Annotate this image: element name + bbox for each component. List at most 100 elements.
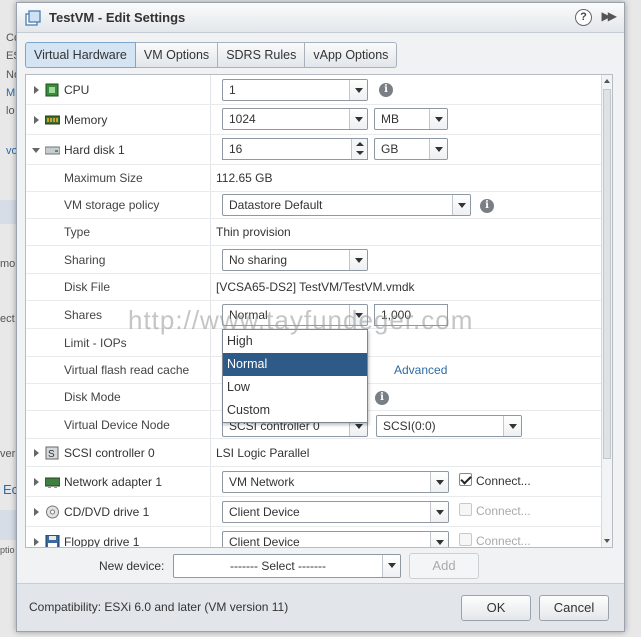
tab-bar: Virtual Hardware VM Options SDRS Rules v… xyxy=(25,42,398,68)
storage-policy-row: VM storage policy Datastore Default i xyxy=(26,192,603,219)
collapse-arrow-icon[interactable] xyxy=(32,147,40,153)
info-icon[interactable]: i xyxy=(375,391,389,405)
cdrom-label: CD/DVD drive 1 xyxy=(64,504,150,519)
advanced-link[interactable]: Advanced xyxy=(394,363,447,377)
new-device-select[interactable]: ------- Select ------- xyxy=(173,554,401,578)
tab-virtual-hardware[interactable]: Virtual Hardware xyxy=(25,42,136,68)
expand-icon[interactable]: ▶▶ xyxy=(602,9,618,23)
chevron-down-icon[interactable] xyxy=(349,109,367,129)
row-label-cell: Limit - IOPs xyxy=(26,329,211,356)
cpu-icon xyxy=(45,83,59,96)
floppy-select[interactable]: Client Device xyxy=(222,531,449,548)
chevron-down-icon[interactable] xyxy=(430,532,448,547)
row-label-cell: Disk Mode xyxy=(26,384,211,410)
add-device-button[interactable]: Add xyxy=(409,553,479,579)
hard-disk-size-input[interactable]: 16 xyxy=(222,138,368,160)
shares-select[interactable]: Normal xyxy=(222,304,368,326)
row-label-cell: Hard disk 1 xyxy=(26,135,211,164)
chevron-down-icon[interactable] xyxy=(349,250,367,270)
cancel-button[interactable]: Cancel xyxy=(539,595,609,621)
row-label-cell: Shares xyxy=(26,301,211,328)
spinner-icon[interactable] xyxy=(351,139,367,159)
expand-arrow-icon[interactable] xyxy=(34,537,39,546)
expand-arrow-icon[interactable] xyxy=(34,477,39,486)
cdrom-select[interactable]: Client Device xyxy=(222,501,449,523)
row-label-cell: VM storage policy xyxy=(26,192,211,218)
info-icon[interactable]: i xyxy=(480,199,494,213)
row-label-cell: Memory xyxy=(26,105,211,134)
shares-number-input[interactable]: 1,000 xyxy=(374,304,448,326)
memory-input[interactable]: 1024 xyxy=(222,108,368,130)
dropdown-option-custom[interactable]: Custom xyxy=(223,399,367,422)
chevron-down-icon[interactable] xyxy=(429,139,447,159)
scroll-thumb[interactable] xyxy=(603,89,611,459)
cdrom-value: Client Device xyxy=(229,505,300,519)
vm-icon xyxy=(25,10,41,26)
chevron-down-icon[interactable] xyxy=(430,472,448,492)
dropdown-option-high[interactable]: High xyxy=(223,330,367,353)
row-label-cell: Type xyxy=(26,219,211,245)
network-select[interactable]: VM Network xyxy=(222,471,449,493)
dropdown-option-normal[interactable]: Normal xyxy=(223,353,367,376)
hard-disk-icon xyxy=(45,146,60,154)
shares-value: Normal xyxy=(229,308,268,322)
expand-arrow-icon[interactable] xyxy=(34,85,39,94)
tab-sdrs-rules[interactable]: SDRS Rules xyxy=(218,42,306,68)
floppy-value: Client Device xyxy=(229,535,300,548)
shares-row: Shares Normal 1,000 xyxy=(26,301,603,329)
ok-button[interactable]: OK xyxy=(461,595,531,621)
hard-disk-unit-select[interactable]: GB xyxy=(374,138,448,160)
type-label: Type xyxy=(64,225,91,239)
tab-vapp-options[interactable]: vApp Options xyxy=(305,42,398,68)
hardware-row-floppy: Floppy drive 1 Client Device Connect... xyxy=(26,527,603,548)
tab-vm-options[interactable]: VM Options xyxy=(135,42,219,68)
expand-arrow-icon[interactable] xyxy=(34,115,39,124)
dialog-titlebar[interactable]: TestVM - Edit Settings ? ▶▶ xyxy=(17,3,624,33)
info-icon[interactable]: i xyxy=(379,83,393,97)
storage-policy-select[interactable]: Datastore Default xyxy=(222,194,471,216)
disk-file-value: [VCSA65-DS2] TestVM/TestVM.vmdk xyxy=(216,280,415,294)
scsi-label: SCSI controller 0 xyxy=(64,445,155,460)
dialog-footer: Compatibility: ESXi 6.0 and later (VM ve… xyxy=(17,583,624,631)
chevron-down-icon[interactable] xyxy=(349,80,367,100)
vdn-slot-select[interactable]: SCSI(0:0) xyxy=(376,415,522,437)
hardware-row-memory: Memory 1024 MB xyxy=(26,105,603,135)
chevron-down-icon[interactable] xyxy=(452,195,470,215)
row-label-cell: CD/DVD drive 1 xyxy=(26,497,211,526)
sharing-select[interactable]: No sharing xyxy=(222,249,368,271)
row-label-cell: Disk File xyxy=(26,274,211,300)
chevron-down-icon[interactable] xyxy=(382,555,400,577)
max-size-value: 112.65 GB xyxy=(216,171,273,185)
dropdown-option-low[interactable]: Low xyxy=(223,376,367,399)
cd-dvd-icon xyxy=(46,505,59,518)
disk-type-row: Type Thin provision xyxy=(26,219,603,246)
scroll-down-icon[interactable] xyxy=(604,539,610,543)
sharing-label: Sharing xyxy=(64,252,106,267)
disk-file-label: Disk File xyxy=(64,280,111,294)
panel-scrollbar[interactable] xyxy=(601,75,612,547)
hardware-row-network: Network adapter 1 VM Network Connect... xyxy=(26,467,603,497)
storage-policy-value: Datastore Default xyxy=(229,198,323,212)
hardware-row-cpu: CPU 1 i xyxy=(26,75,603,105)
network-connect-checkbox[interactable] xyxy=(459,473,472,486)
expand-arrow-icon[interactable] xyxy=(34,448,39,457)
expand-arrow-icon[interactable] xyxy=(34,507,39,516)
chevron-down-icon[interactable] xyxy=(349,305,367,325)
scroll-up-icon[interactable] xyxy=(604,79,610,83)
help-icon[interactable]: ? xyxy=(575,9,592,26)
max-size-label: Maximum Size xyxy=(64,171,143,185)
chevron-down-icon[interactable] xyxy=(429,109,447,129)
chevron-down-icon[interactable] xyxy=(503,416,521,436)
chevron-down-icon[interactable] xyxy=(430,502,448,522)
disk-file-row: Disk File [VCSA65-DS2] TestVM/TestVM.vmd… xyxy=(26,274,603,301)
floppy-label: Floppy drive 1 xyxy=(64,534,140,548)
row-label-cell: Floppy drive 1 xyxy=(26,527,211,548)
flash-cache-label: Virtual flash read cache xyxy=(64,363,190,377)
memory-icon xyxy=(45,115,60,124)
memory-unit-select[interactable]: MB xyxy=(374,108,448,130)
cpu-select[interactable]: 1 xyxy=(222,79,368,101)
cdrom-connect-checkbox[interactable] xyxy=(459,503,472,516)
edit-settings-dialog: TestVM - Edit Settings ? ▶▶ Virtual Hard… xyxy=(16,2,625,632)
background-band xyxy=(0,510,16,540)
floppy-connect-checkbox[interactable] xyxy=(459,533,472,546)
